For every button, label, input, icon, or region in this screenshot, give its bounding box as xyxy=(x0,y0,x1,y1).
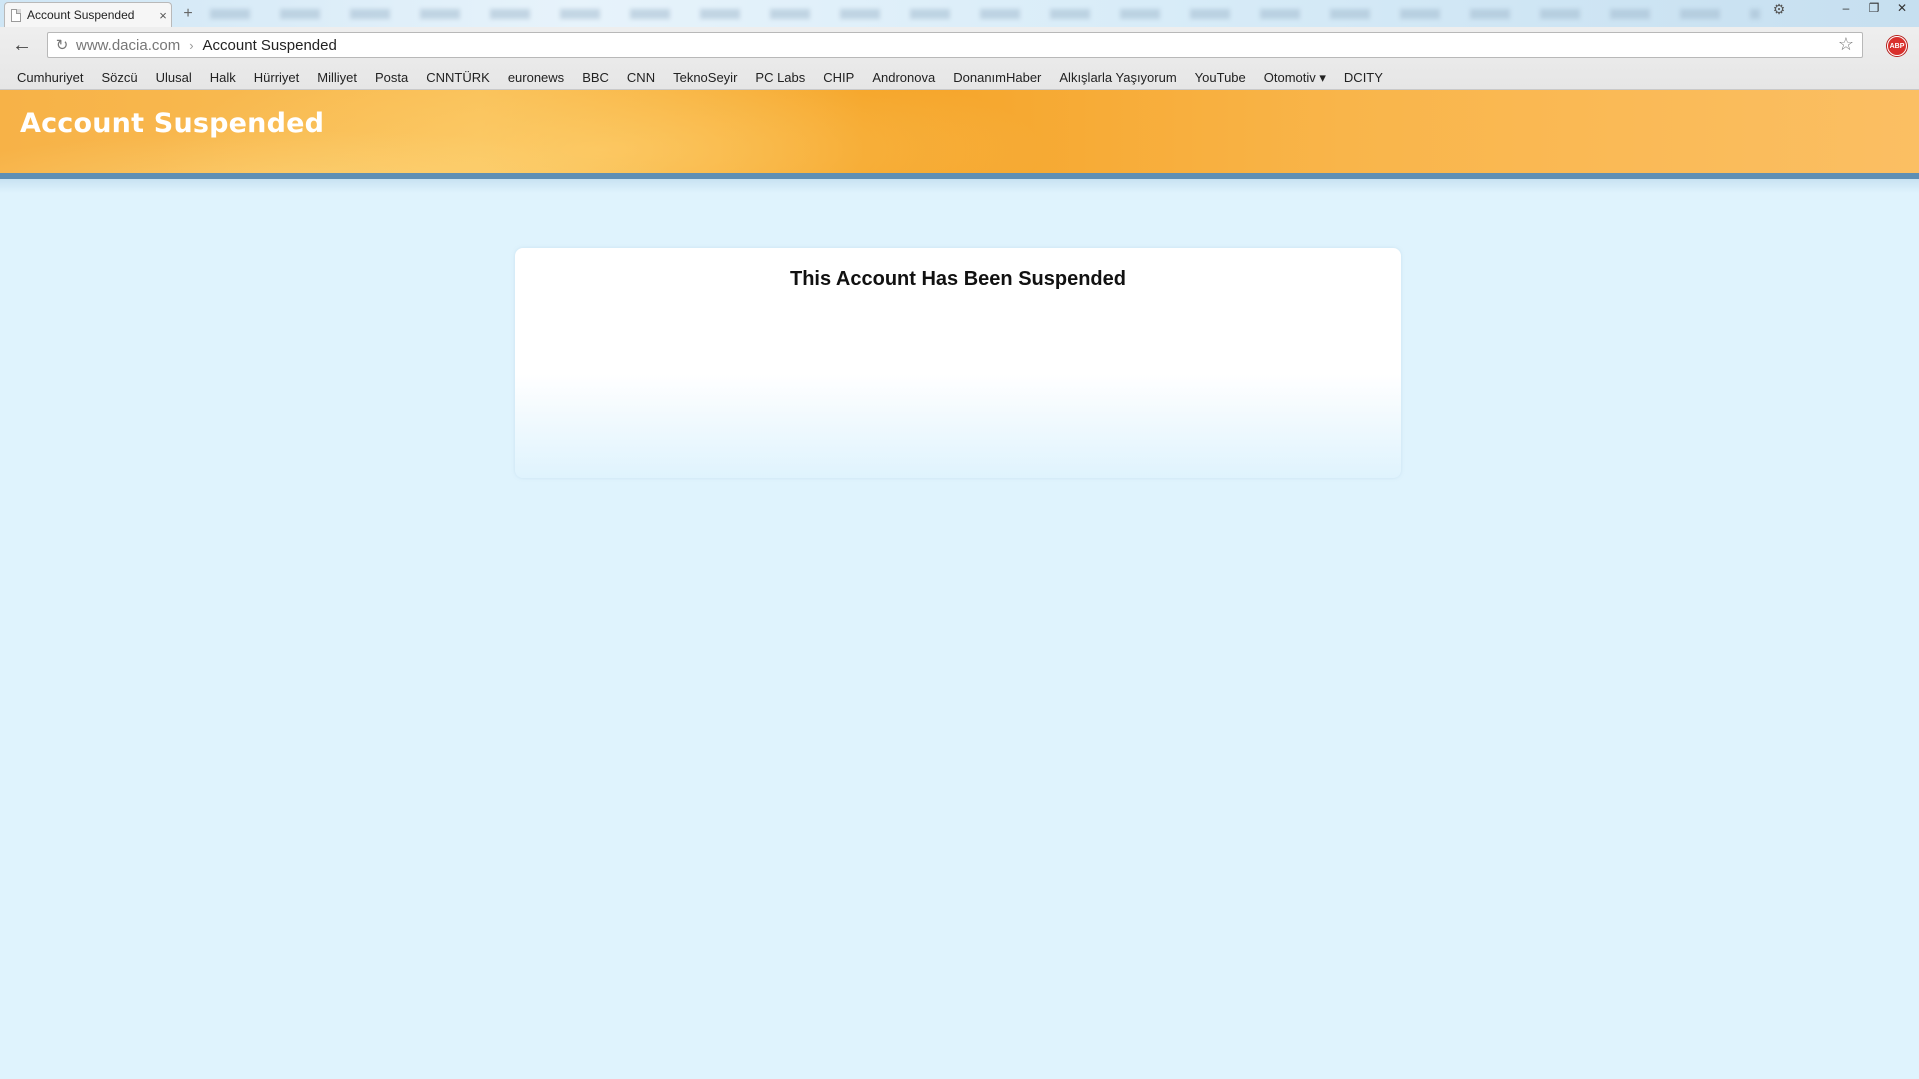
bookmark-item[interactable]: DonanımHaber xyxy=(945,70,1051,85)
bookmark-item[interactable]: Alkışlarla Yaşıyorum xyxy=(1051,70,1186,85)
bookmark-item[interactable]: Cumhuriyet xyxy=(9,70,93,85)
suspended-message: This Account Has Been Suspended xyxy=(790,268,1126,290)
browser-toolbar: ← ↻ www.dacia.com › Account Suspended ☆ … xyxy=(0,27,1919,65)
browser-chrome: Account Suspended × + ⚙ – ❐ ✕ ← ↻ www.da… xyxy=(0,0,1919,90)
minimize-button[interactable]: – xyxy=(1833,0,1859,17)
adblock-icon[interactable]: ABP xyxy=(1887,36,1907,56)
window-controls: – ❐ ✕ xyxy=(1833,0,1915,18)
arrow-left-icon[interactable]: ← xyxy=(10,35,34,57)
bookmark-item[interactable]: Halk xyxy=(202,70,246,85)
message-box: This Account Has Been Suspended xyxy=(515,248,1401,478)
blurred-tab-area xyxy=(210,9,1760,19)
page-icon xyxy=(11,8,21,22)
bookmark-item[interactable]: CNN xyxy=(619,70,665,85)
reload-icon[interactable]: ↻ xyxy=(48,36,76,54)
bookmark-folder-otomotiv[interactable]: Otomotiv ▾ xyxy=(1256,70,1336,86)
bookmark-item[interactable]: euronews xyxy=(500,70,574,85)
header-shadow xyxy=(0,179,1919,193)
bookmark-item[interactable]: Hürriyet xyxy=(246,70,310,85)
close-window-button[interactable]: ✕ xyxy=(1889,0,1915,17)
url-separator: › xyxy=(189,37,194,53)
bookmarks-bar: Cumhuriyet Sözcü Ulusal Halk Hürriyet Mi… xyxy=(0,66,1919,89)
bookmark-item[interactable]: CNNTÜRK xyxy=(418,70,500,85)
url-page-title: Account Suspended xyxy=(202,36,337,54)
tab-title: Account Suspended xyxy=(27,8,135,22)
bookmark-item[interactable]: CHIP xyxy=(815,70,864,85)
gear-icon[interactable]: ⚙ xyxy=(1768,0,1790,18)
bookmark-item[interactable]: BBC xyxy=(574,70,619,85)
bookmark-item[interactable]: YouTube xyxy=(1187,70,1256,85)
bookmark-item[interactable]: TeknoSeyir xyxy=(665,70,747,85)
new-tab-button[interactable]: + xyxy=(178,4,198,24)
bookmark-item[interactable]: Posta xyxy=(367,70,418,85)
tab-close-icon[interactable]: × xyxy=(155,8,171,23)
star-icon[interactable]: ☆ xyxy=(1838,34,1854,55)
browser-tab[interactable]: Account Suspended × xyxy=(4,2,172,27)
url-host: www.dacia.com xyxy=(76,36,181,54)
bookmark-item[interactable]: Sözcü xyxy=(93,70,147,85)
restore-button[interactable]: ❐ xyxy=(1861,0,1887,17)
bookmark-item[interactable]: PC Labs xyxy=(747,70,815,85)
bookmark-item[interactable]: Andronova xyxy=(864,70,945,85)
address-bar[interactable]: ↻ www.dacia.com › Account Suspended ☆ xyxy=(47,32,1863,58)
bookmark-item[interactable]: Ulusal xyxy=(148,70,202,85)
tab-strip: Account Suspended × + ⚙ – ❐ ✕ xyxy=(0,0,1919,27)
page-header: Account Suspended xyxy=(0,90,1919,174)
page-title: Account Suspended xyxy=(20,108,325,139)
bookmark-item[interactable]: DCITY xyxy=(1336,70,1393,85)
bookmark-item[interactable]: Milliyet xyxy=(309,70,367,85)
